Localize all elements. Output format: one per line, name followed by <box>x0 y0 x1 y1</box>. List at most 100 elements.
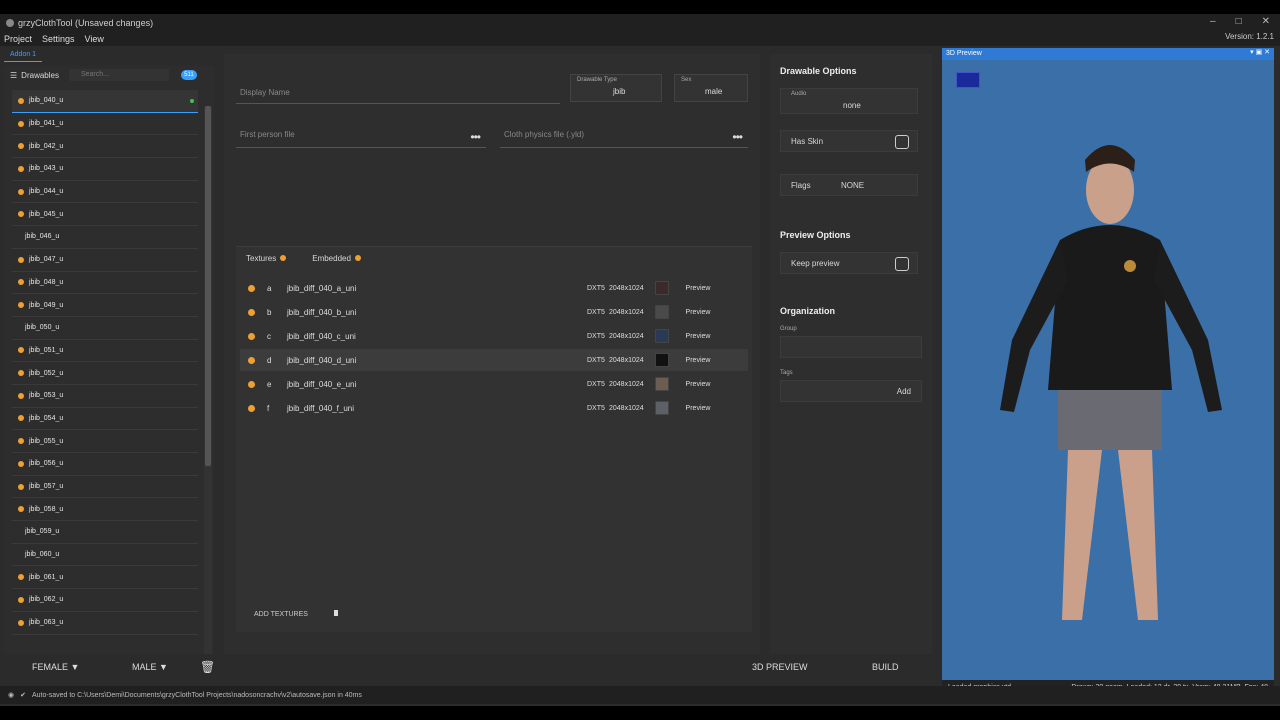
texture-letter: e <box>267 379 272 389</box>
audio-select[interactable]: Audio none <box>780 88 918 114</box>
cloth-physics-file-input[interactable]: Cloth physics file (.yld) ••• <box>500 124 748 148</box>
warning-icon <box>18 188 24 195</box>
menu-view[interactable]: View <box>85 34 104 44</box>
bottom-bar: FEMALE ▼ MALE ▼ 🗑 3D PREVIEW BUILD <box>0 654 940 680</box>
app-window: grzyClothTool (Unsaved changes) – □ ✕ Pr… <box>0 14 1280 706</box>
tab-textures[interactable]: Textures <box>246 254 287 263</box>
save-icon: ◉ <box>8 692 15 699</box>
texture-row[interactable]: b jbib_diff_040_b_uni DXT5 2048x1024 Preview <box>240 301 748 323</box>
texture-format: DXT5 <box>587 356 605 364</box>
list-item[interactable]: jbib_063_u <box>12 612 198 635</box>
list-item[interactable]: jbib_052_u <box>12 362 198 385</box>
keep-preview-checkbox[interactable] <box>895 257 909 271</box>
list-item[interactable]: jbib_055_u <box>12 430 198 453</box>
first-person-file-input[interactable]: First person file ••• <box>236 124 486 148</box>
keep-preview-label: Keep preview <box>791 259 840 268</box>
audio-value: none <box>843 101 861 110</box>
search-input[interactable]: Search... <box>68 69 169 81</box>
list-item[interactable]: jbib_043_u <box>12 158 198 181</box>
preview-button[interactable]: Preview <box>679 381 717 388</box>
list-scrollbar[interactable] <box>204 106 212 654</box>
list-item[interactable]: jbib_051_u <box>12 340 198 363</box>
list-item[interactable]: jbib_048_u <box>12 272 198 295</box>
texture-row[interactable]: e jbib_diff_040_e_uni DXT5 2048x1024 Preview <box>240 373 748 395</box>
preview-window-buttons[interactable]: ▾ ▣ ✕ <box>1250 48 1270 56</box>
preview-button[interactable]: Preview <box>679 333 717 340</box>
menu-settings[interactable]: Settings <box>42 34 75 44</box>
texture-row[interactable]: f jbib_diff_040_f_uni DXT5 2048x1024 Preview <box>240 397 748 419</box>
texture-size: 2048x1024 <box>609 308 644 316</box>
list-item[interactable]: jbib_061_u <box>12 566 198 590</box>
drawable-type-select[interactable]: Drawable Type jbib <box>570 74 662 102</box>
delete-icon[interactable] <box>334 610 338 616</box>
more-icon[interactable]: ••• <box>732 130 743 144</box>
preview-button[interactable]: Preview <box>679 285 717 292</box>
male-button[interactable]: MALE ▼ <box>132 662 168 672</box>
list-item[interactable]: jbib_047_u <box>12 249 198 272</box>
more-icon[interactable]: ••• <box>470 130 481 144</box>
list-item-label: jbib_055_u <box>29 437 64 445</box>
list-item-label: jbib_045_u <box>29 210 64 218</box>
texture-row[interactable]: d jbib_diff_040_d_uni DXT5 2048x1024 Preview <box>240 349 748 371</box>
list-item[interactable]: jbib_040_u <box>12 90 198 113</box>
close-icon[interactable]: ✕ <box>1262 16 1270 27</box>
list-item-label: jbib_061_u <box>29 573 64 581</box>
group-label: Group <box>780 326 797 332</box>
list-item-label: jbib_057_u <box>29 483 64 491</box>
texture-format: DXT5 <box>587 308 605 316</box>
keep-preview-row: Keep preview <box>780 252 918 274</box>
list-item[interactable]: jbib_049_u <box>12 294 198 317</box>
tags-input[interactable]: Add <box>780 380 922 402</box>
menu-bar: Project Settings View <box>0 32 1280 46</box>
display-name-input[interactable]: Display Name <box>236 80 560 104</box>
preview-3d-panel[interactable]: 3D Preview ▾ ▣ ✕ Loaded graphics.ytd Dra… <box>942 48 1274 694</box>
texture-name: jbib_diff_040_c_uni <box>287 331 356 341</box>
female-button[interactable]: FEMALE ▼ <box>32 662 79 672</box>
list-item[interactable]: jbib_042_u <box>12 135 198 159</box>
list-item[interactable]: jbib_046_u <box>12 226 198 249</box>
list-item-label: jbib_042_u <box>29 142 64 150</box>
preview-button[interactable]: Preview <box>679 309 717 316</box>
add-tag-button[interactable]: Add <box>897 387 911 396</box>
preview-button[interactable]: Preview <box>679 405 717 412</box>
list-item[interactable]: jbib_059_u <box>12 521 198 544</box>
tab-embedded[interactable]: Embedded <box>312 254 361 263</box>
list-item[interactable]: jbib_057_u <box>12 476 198 499</box>
list-item[interactable]: jbib_056_u <box>12 453 198 476</box>
has-skin-checkbox[interactable] <box>895 135 909 149</box>
sex-select[interactable]: Sex male <box>674 74 748 102</box>
list-item[interactable]: jbib_053_u <box>12 385 198 408</box>
list-item[interactable]: jbib_044_u <box>12 181 198 204</box>
group-input[interactable] <box>780 336 922 358</box>
trash-icon[interactable]: 🗑 <box>200 660 215 674</box>
texture-swatch <box>655 353 669 367</box>
texture-row[interactable]: a jbib_diff_040_a_uni DXT5 2048x1024 Preview <box>240 277 748 299</box>
app-icon <box>6 19 14 27</box>
list-item-label: jbib_046_u <box>25 233 60 241</box>
list-item[interactable]: jbib_041_u <box>12 113 198 136</box>
list-item[interactable]: jbib_058_u <box>12 498 198 522</box>
tab-addon-1[interactable]: Addon 1 <box>4 48 43 62</box>
scrollbar-thumb[interactable] <box>205 106 211 466</box>
list-item-label: jbib_063_u <box>29 619 64 627</box>
texture-row[interactable]: c jbib_diff_040_c_uni DXT5 2048x1024 Preview <box>240 325 748 347</box>
build-button[interactable]: BUILD <box>872 662 899 672</box>
list-item[interactable]: jbib_054_u <box>12 408 198 431</box>
list-item-label: jbib_043_u <box>29 165 64 173</box>
menu-project[interactable]: Project <box>4 34 32 44</box>
preview-button[interactable]: Preview <box>679 357 717 364</box>
list-item[interactable]: jbib_045_u <box>12 203 198 227</box>
has-skin-label: Has Skin <box>791 137 824 146</box>
window-title: grzyClothTool (Unsaved changes) <box>18 18 154 28</box>
flags-select[interactable]: Flags NONE <box>780 174 918 196</box>
list-item[interactable]: jbib_060_u <box>12 544 198 567</box>
list-item[interactable]: jbib_062_u <box>12 589 198 612</box>
minimize-icon[interactable]: – <box>1210 16 1216 27</box>
add-textures-button[interactable]: ADD TEXTURES <box>254 611 308 618</box>
maximize-icon[interactable]: □ <box>1236 16 1242 27</box>
list-item[interactable]: jbib_050_u <box>12 317 198 340</box>
warning-icon <box>18 506 24 513</box>
texture-letter: d <box>267 355 272 365</box>
texture-size: 2048x1024 <box>609 332 644 340</box>
preview-3d-button[interactable]: 3D PREVIEW <box>752 662 808 672</box>
